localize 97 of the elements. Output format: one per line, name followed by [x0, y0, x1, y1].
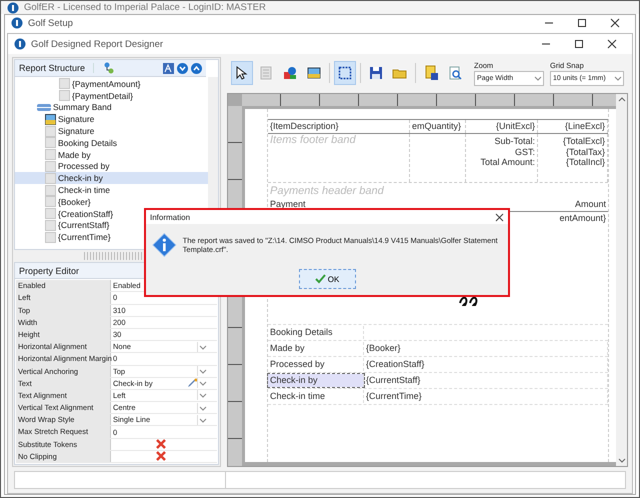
report-field: emQuantity}	[410, 120, 466, 133]
info-icon	[152, 231, 177, 259]
report-field: {Booker}	[364, 342, 608, 355]
report-field: {CreationStaff}	[364, 358, 608, 371]
text-field-icon	[45, 220, 56, 231]
report-field: {CurrentTime}	[364, 390, 608, 403]
tree-item[interactable]: {Booker}	[58, 196, 91, 207]
text-field-icon	[45, 149, 56, 160]
tree-item[interactable]: {PaymentAmount}	[72, 78, 141, 89]
app-logo-icon	[14, 38, 26, 50]
report-label: Payment	[269, 198, 307, 211]
band-label: Items footer band	[268, 134, 410, 182]
tree-item[interactable]: {CreationStaff}	[58, 208, 114, 219]
checkmark-icon	[314, 274, 326, 284]
text-field-icon	[45, 172, 56, 184]
text-field-icon	[45, 208, 56, 220]
report-label: Booking Details	[268, 326, 364, 339]
panel-title: Report Structure	[19, 63, 94, 73]
hierarchy-icon	[103, 62, 116, 74]
tree-item[interactable]: {CurrentStaff}	[58, 220, 110, 230]
dropdown-button[interactable]	[197, 414, 208, 425]
window-title: Golf Designed Report Designer	[31, 38, 164, 50]
chevron-up-icon	[618, 96, 626, 103]
report-label: Check-in time	[268, 390, 364, 403]
tree-item[interactable]: Signature	[58, 126, 94, 136]
text-field-icon	[45, 232, 56, 243]
chevron-down-icon	[618, 457, 626, 464]
text-field-icon	[45, 137, 56, 148]
dropdown-button[interactable]	[197, 390, 208, 400]
close-button[interactable]	[495, 212, 504, 222]
close-icon	[495, 212, 504, 222]
tree-item[interactable]: Made by	[58, 150, 91, 160]
tree-item[interactable]: {PaymentDetail}	[72, 90, 133, 101]
picture-icon	[306, 65, 322, 81]
chevron-down-icon	[613, 74, 623, 82]
picture-icon	[45, 114, 56, 125]
tree-item[interactable]: Processed by	[58, 161, 110, 172]
ok-button[interactable]: OK	[298, 269, 356, 289]
report-field: {ItemDescription}	[268, 120, 410, 133]
signature-drawing	[458, 295, 480, 306]
chevron-down-icon	[198, 342, 208, 351]
dropdown-button[interactable]	[197, 366, 208, 376]
sort-icon	[163, 62, 174, 74]
report-label: Amount	[574, 198, 607, 211]
band-label: Payments header band	[269, 185, 385, 198]
tree-item[interactable]: Check-in by	[58, 173, 103, 184]
report-label: Sub-Total:	[493, 136, 536, 146]
report-label: Made by	[268, 342, 364, 355]
report-field: {UnitExcl}	[466, 120, 538, 133]
report-field: {LineExcl}	[538, 120, 608, 133]
toolbar-button[interactable]	[231, 61, 253, 85]
tree-item[interactable]: Booking Details	[58, 138, 118, 148]
edit-icon	[187, 378, 197, 388]
chevron-down-icon	[533, 74, 543, 82]
tree-item[interactable]: Check-in time	[58, 185, 110, 196]
window-title: GolfER - Licensed to Imperial Palace - LoginID: MASTER	[24, 2, 266, 13]
text-field-icon	[59, 90, 70, 102]
dialog-title: Information	[150, 212, 190, 222]
report-field: entAmount}	[528, 212, 608, 225]
text-field-icon	[45, 184, 56, 196]
panel-title: Property Editor	[19, 266, 80, 276]
cross-icon	[156, 451, 166, 462]
save-icon	[368, 65, 384, 81]
preview-icon	[447, 65, 463, 81]
shapes-icon	[282, 65, 298, 81]
cross-icon	[156, 439, 166, 450]
scrollbar[interactable]	[616, 94, 627, 466]
save-as-icon	[423, 65, 439, 81]
app-logo-icon	[11, 17, 23, 29]
dropdown-button[interactable]	[197, 402, 208, 413]
dropdown-button[interactable]	[197, 378, 208, 388]
report-label: Total Amount:	[479, 157, 536, 168]
text-field-icon	[45, 126, 56, 137]
edit-button[interactable]	[187, 378, 197, 388]
band-icon	[37, 102, 51, 113]
window-title: Golf Setup	[28, 18, 73, 28]
maximize-icon	[574, 39, 584, 49]
report-field: {TotalIncl}	[538, 157, 607, 168]
text-field-icon	[45, 160, 56, 172]
page-icon	[258, 65, 274, 81]
report-field: {TotalTax}	[538, 146, 607, 157]
report-field: {TotalExcl}	[538, 136, 607, 146]
text-field-icon	[59, 78, 70, 90]
dropdown-button[interactable]	[197, 342, 208, 352]
report-label: GST:	[514, 146, 536, 157]
tree-item[interactable]: Summary Band	[53, 102, 112, 112]
report-field: {CurrentStaff}	[364, 374, 608, 387]
report-label: Check-in by	[268, 374, 364, 387]
selection-rectangle-icon	[337, 65, 353, 81]
close-icon	[607, 39, 617, 49]
pointer-icon	[234, 65, 250, 81]
report-label: Processed by	[268, 358, 364, 371]
close-icon	[610, 18, 620, 28]
tree-item[interactable]: Signature	[58, 114, 94, 124]
maximize-icon	[577, 18, 587, 28]
text-field-icon	[45, 196, 56, 208]
tree-item[interactable]: {CurrentTime}	[58, 232, 111, 242]
